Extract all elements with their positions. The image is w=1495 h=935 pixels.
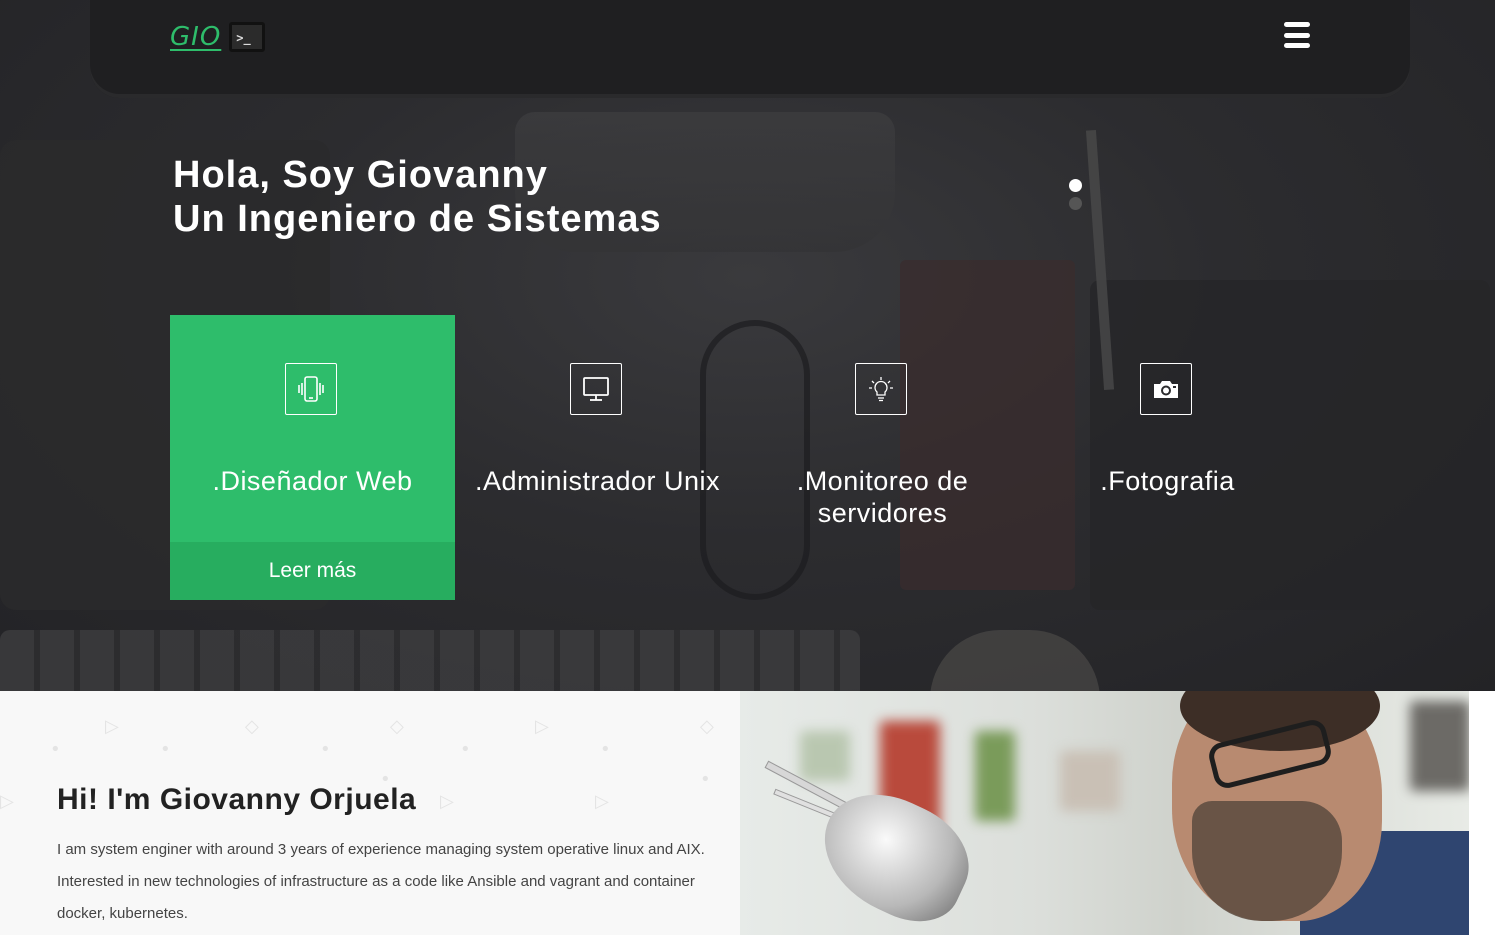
read-more-button[interactable]: Leer más bbox=[170, 542, 455, 600]
pattern-triangle: ▷ bbox=[0, 791, 14, 812]
headline-line2-prefix: Un bbox=[173, 198, 238, 240]
pattern-triangle: ▷ bbox=[595, 791, 609, 812]
menu-bar bbox=[1284, 32, 1310, 38]
service-title: .Monitoreo de servidores bbox=[796, 466, 969, 528]
slider-dot-2[interactable] bbox=[1069, 197, 1082, 210]
about-title-prefix: Hi! I'm bbox=[57, 783, 160, 816]
pattern-dot: • bbox=[600, 739, 611, 760]
service-title: .Fotografia bbox=[1100, 466, 1235, 496]
hero-section: GIO >_ Hola, Soy Giovanny Un Ingeniero d… bbox=[0, 0, 1495, 691]
service-title: .Administrador Unix bbox=[474, 466, 721, 496]
slider-dot-1[interactable] bbox=[1069, 179, 1082, 192]
headline-line2: Un Ingeniero de Sistemas bbox=[173, 198, 662, 240]
hero-headline: Hola, Soy Giovanny Un Ingeniero de Siste… bbox=[173, 153, 662, 241]
pattern-dot: • bbox=[460, 739, 471, 760]
pattern-diamond: ◇ bbox=[390, 716, 404, 737]
pattern-triangle: ▷ bbox=[105, 716, 119, 737]
headline-name: Giovanny bbox=[366, 154, 548, 196]
service-unix-admin[interactable]: .Administrador Unix bbox=[455, 315, 740, 600]
headline-line2-suffix: de Sistemas bbox=[417, 198, 662, 240]
about-name: Giovanny Orjuela bbox=[159, 783, 417, 816]
page-edge bbox=[1469, 691, 1495, 935]
site-logo[interactable]: GIO >_ bbox=[170, 22, 266, 52]
service-title: .Diseñador Web bbox=[212, 466, 413, 496]
background-mouse bbox=[930, 630, 1100, 691]
terminal-icon: >_ bbox=[229, 22, 266, 52]
background-monitor bbox=[90, 0, 1410, 98]
headline-line1-prefix: Hola, Soy bbox=[173, 154, 367, 196]
slider-pagination bbox=[1069, 179, 1082, 210]
desktop-monitor-icon bbox=[570, 363, 622, 415]
about-title: Hi! I'm Giovanny Orjuela bbox=[57, 783, 416, 817]
pattern-dot: • bbox=[700, 769, 711, 790]
photo-bg-element bbox=[800, 731, 850, 781]
camera-icon bbox=[1140, 363, 1192, 415]
service-server-monitoring[interactable]: .Monitoreo de servidores bbox=[740, 315, 1025, 600]
background-keyboard bbox=[0, 630, 860, 691]
menu-bar bbox=[1284, 43, 1310, 48]
headline-role: Ingeniero bbox=[237, 198, 418, 240]
photo-bg-element bbox=[975, 731, 1015, 821]
pattern-diamond: ◇ bbox=[245, 716, 259, 737]
pattern-dot: • bbox=[160, 739, 171, 760]
services-row: .Diseñador Web Leer más .Administrador U… bbox=[170, 315, 1310, 600]
photo-bg-element bbox=[1060, 751, 1120, 811]
pattern-triangle: ▷ bbox=[535, 716, 549, 737]
about-description: I am system enginer with around 3 years … bbox=[57, 841, 705, 922]
pattern-diamond: ◇ bbox=[700, 716, 714, 737]
service-photography[interactable]: .Fotografia bbox=[1025, 315, 1310, 600]
profile-photo bbox=[740, 691, 1469, 935]
terminal-prompt: >_ bbox=[236, 31, 251, 45]
responsive-device-icon bbox=[285, 363, 337, 415]
logo-text: GIO bbox=[170, 22, 222, 52]
headline-line1: Hola, Soy Giovanny bbox=[173, 154, 548, 196]
pattern-dot: • bbox=[50, 739, 61, 760]
pattern-dot: • bbox=[320, 739, 331, 760]
menu-bar bbox=[1284, 22, 1310, 27]
photo-bg-element bbox=[1410, 701, 1469, 791]
hamburger-menu-icon[interactable] bbox=[1284, 22, 1310, 48]
service-web-design[interactable]: .Diseñador Web Leer más bbox=[170, 315, 455, 600]
pattern-triangle: ▷ bbox=[440, 791, 454, 812]
lightbulb-idea-icon bbox=[855, 363, 907, 415]
